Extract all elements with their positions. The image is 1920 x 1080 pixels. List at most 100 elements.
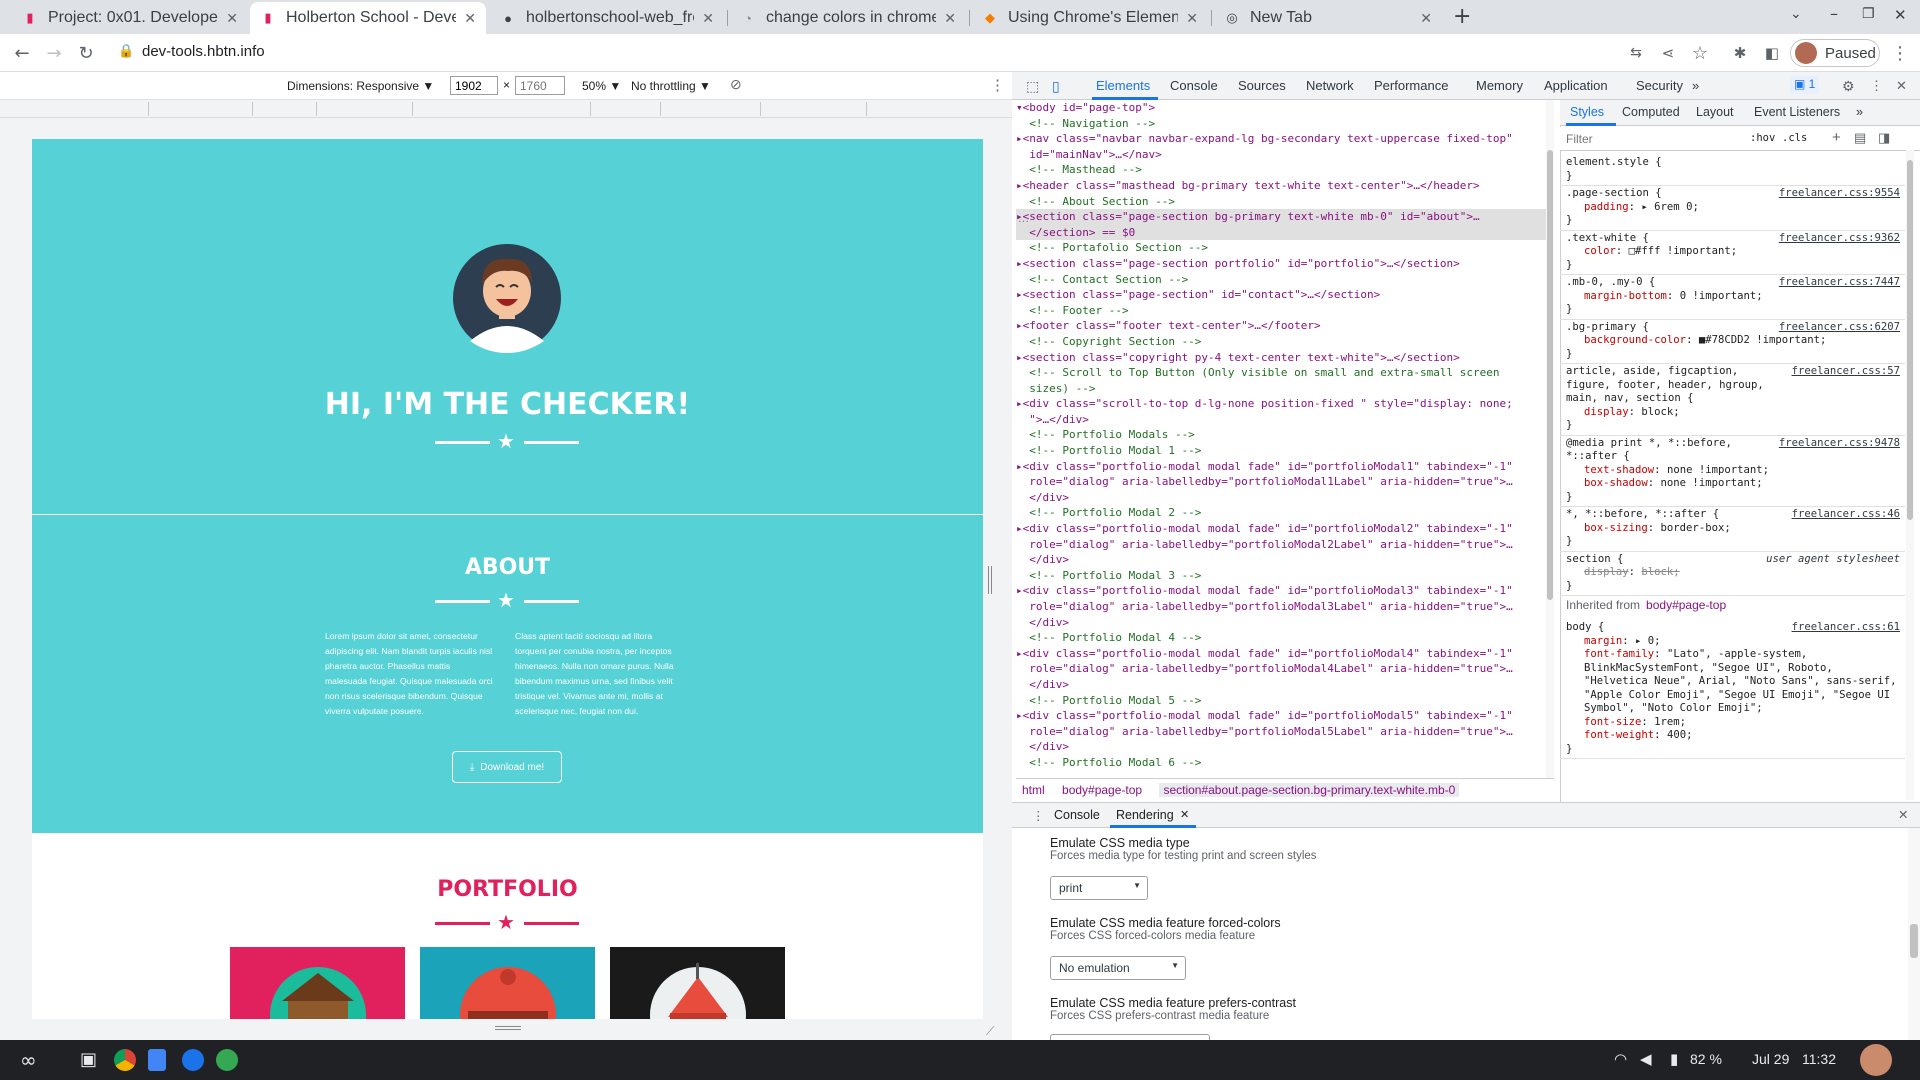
style-rule[interactable]: *, *::before, *::after {freelancer.css:4…: [1566, 508, 1900, 549]
css-declaration[interactable]: padding: ▸ 6rem 0;: [1566, 201, 1900, 215]
css-declaration[interactable]: color: □#fff !important;: [1566, 245, 1900, 259]
rule-source-link[interactable]: freelancer.css:7447: [1779, 276, 1900, 290]
bookmark-star-icon[interactable]: ☆: [1686, 39, 1714, 67]
more-panes-icon[interactable]: »: [1856, 105, 1863, 119]
close-drawer-icon[interactable]: ✕: [1898, 807, 1908, 822]
docs-icon[interactable]: [148, 1049, 166, 1071]
dom-node-line[interactable]: ▸<section class="page-section portfolio"…: [1016, 256, 1554, 272]
reload-icon[interactable]: ↻: [72, 39, 100, 67]
width-input[interactable]: [450, 76, 498, 95]
dom-node-line[interactable]: ▸<div class="portfolio-modal modal fade"…: [1016, 583, 1554, 599]
dom-node-line[interactable]: <!-- Contact Section -->: [1016, 272, 1554, 288]
tab-layout[interactable]: Layout: [1696, 105, 1734, 119]
minimize-icon[interactable]: –: [1830, 4, 1838, 23]
app-icon[interactable]: [216, 1049, 238, 1071]
dom-node-line[interactable]: <!-- Scroll to Top Button (Only visible …: [1016, 365, 1554, 381]
dom-node-line[interactable]: </div>: [1016, 490, 1554, 506]
forward-icon[interactable]: →: [40, 39, 68, 67]
css-declaration[interactable]: font-size: 1rem;: [1566, 716, 1900, 730]
dom-node-line[interactable]: ▸<footer class="footer text-center">…</f…: [1016, 318, 1554, 334]
translate-icon[interactable]: ⇆: [1622, 39, 1650, 67]
breadcrumb-html[interactable]: html: [1022, 783, 1045, 797]
dom-node-line[interactable]: <!-- Portfolio Modal 4 -->: [1016, 630, 1554, 646]
dom-node-line[interactable]: </div>: [1016, 739, 1554, 755]
dom-node-line[interactable]: ▸<div class="scroll-to-top d-lg-none pos…: [1016, 396, 1554, 412]
dom-node-line[interactable]: role="dialog" aria-labelledby="portfolio…: [1016, 661, 1554, 677]
restore-icon[interactable]: ❐: [1862, 6, 1875, 22]
tab-elements[interactable]: Elements: [1096, 78, 1150, 93]
devtools-menu-icon[interactable]: ⋮: [1870, 78, 1883, 94]
inspect-element-icon[interactable]: ⬚: [1026, 78, 1039, 95]
tab-event-listeners[interactable]: Event Listeners: [1754, 105, 1840, 119]
dom-node-line[interactable]: ▸<div class="portfolio-modal modal fade"…: [1016, 646, 1554, 662]
date[interactable]: Jul 29: [1752, 1051, 1789, 1067]
close-devtools-icon[interactable]: ✕: [1896, 78, 1907, 94]
close-tab-icon[interactable]: ✕: [702, 10, 714, 27]
download-button[interactable]: ⤓ Download me!: [452, 751, 562, 783]
tab-performance[interactable]: Performance: [1374, 78, 1448, 93]
elements-scrollbar[interactable]: [1546, 100, 1554, 778]
tab-styles[interactable]: Styles: [1570, 105, 1604, 119]
style-rule[interactable]: .page-section {freelancer.css:9554 paddin…: [1566, 187, 1900, 228]
chromium-icon[interactable]: [182, 1049, 204, 1071]
dom-node-line[interactable]: <!-- About Section -->: [1016, 194, 1554, 210]
tab-security[interactable]: Security: [1636, 78, 1683, 93]
side-panel-icon[interactable]: ◧: [1758, 39, 1786, 67]
dom-node-line[interactable]: <!-- Portfolio Modal 5 -->: [1016, 693, 1554, 709]
close-rendering-tab-icon[interactable]: ✕: [1180, 808, 1189, 821]
style-rule[interactable]: .bg-primary {freelancer.css:6207 backgrou…: [1566, 321, 1900, 362]
portfolio-item-cabin[interactable]: [230, 947, 405, 1019]
dom-node-line[interactable]: <!-- Portfolio Modal 3 -->: [1016, 568, 1554, 584]
settings-gear-icon[interactable]: ⚙: [1842, 78, 1855, 95]
battery-icon[interactable]: ▮: [1670, 1050, 1678, 1068]
tab-application[interactable]: Application: [1544, 78, 1608, 93]
rule-source-link[interactable]: freelancer.css:9362: [1779, 232, 1900, 246]
css-declaration[interactable]: box-shadow: none !important;: [1566, 477, 1900, 491]
dom-node-line[interactable]: ▸<div class="portfolio-modal modal fade"…: [1016, 521, 1554, 537]
store-icon[interactable]: ▣: [80, 1049, 97, 1070]
close-tab-icon[interactable]: ✕: [226, 10, 238, 27]
chrome-taskbar-icon[interactable]: [114, 1049, 136, 1071]
tab-computed[interactable]: Computed: [1622, 105, 1680, 119]
style-rule[interactable]: .mb-0, .my-0 {freelancer.css:7447 margin-…: [1566, 276, 1900, 317]
rule-source-link[interactable]: freelancer.css:61: [1792, 621, 1900, 635]
sidebar-toggle-icon[interactable]: ◨: [1878, 130, 1890, 146]
dom-node-line[interactable]: role="dialog" aria-labelledby="portfolio…: [1016, 724, 1554, 740]
selected-node-ellipsis[interactable]: …: [1018, 212, 1029, 225]
close-window-icon[interactable]: ✕: [1894, 6, 1907, 24]
css-declaration[interactable]: font-weight: 400;: [1566, 729, 1900, 743]
rule-source-link[interactable]: freelancer.css:57: [1792, 365, 1900, 379]
dimensions-dropdown[interactable]: Dimensions: Responsive ▼: [287, 79, 434, 93]
style-rule[interactable]: element.style {}: [1566, 156, 1900, 183]
breadcrumb-body[interactable]: body#page-top: [1062, 783, 1142, 797]
rule-source-link[interactable]: freelancer.css:9478: [1779, 437, 1900, 451]
close-tab-icon[interactable]: ✕: [944, 10, 956, 27]
dom-node-line[interactable]: role="dialog" aria-labelledby="portfolio…: [1016, 599, 1554, 615]
zoom-dropdown[interactable]: 50% ▼: [582, 79, 621, 93]
elements-tree[interactable]: ▾<body id="page-top"> <!-- Navigation --…: [1016, 100, 1554, 778]
tab-project[interactable]: ▮ Project: 0x01. Developer ✕: [12, 2, 248, 34]
tab-holberton[interactable]: ▮ Holberton School - Deve ✕: [250, 2, 486, 34]
back-icon[interactable]: ←: [8, 39, 36, 67]
tab-using-chrome[interactable]: ◆ Using Chrome's Element ✕: [972, 2, 1208, 34]
dom-node-line[interactable]: ▸<div class="portfolio-modal modal fade"…: [1016, 459, 1554, 475]
dom-node-line[interactable]: ▸<div class="portfolio-modal modal fade"…: [1016, 708, 1554, 724]
more-tabs-icon[interactable]: »: [1692, 78, 1699, 93]
style-rule[interactable]: @media print *, *::before, *::after {fre…: [1566, 437, 1900, 505]
dom-node-line[interactable]: </div>: [1016, 552, 1554, 568]
drawer-menu-icon[interactable]: ⋮: [1032, 808, 1045, 823]
tab-memory[interactable]: Memory: [1476, 78, 1523, 93]
css-declaration[interactable]: box-sizing: border-box;: [1566, 522, 1900, 536]
close-tab-icon[interactable]: ✕: [1420, 10, 1432, 27]
tab-sources[interactable]: Sources: [1238, 78, 1286, 93]
dom-node-line[interactable]: role="dialog" aria-labelledby="portfolio…: [1016, 537, 1554, 553]
forced-colors-select[interactable]: No emulation ▼: [1050, 956, 1186, 980]
new-rule-icon[interactable]: +: [1832, 129, 1841, 146]
tab-new-tab[interactable]: ◎ New Tab ✕: [1214, 2, 1442, 34]
paint-icon[interactable]: ▤: [1854, 130, 1866, 146]
launcher-icon[interactable]: ∞: [20, 1048, 37, 1072]
wifi-icon[interactable]: ◠: [1614, 1050, 1627, 1068]
dom-node-line[interactable]: <!-- Copyright Section -->: [1016, 334, 1554, 350]
dom-node-line[interactable]: </div>: [1016, 615, 1554, 631]
throttling-dropdown[interactable]: No throttling ▼: [631, 79, 711, 93]
